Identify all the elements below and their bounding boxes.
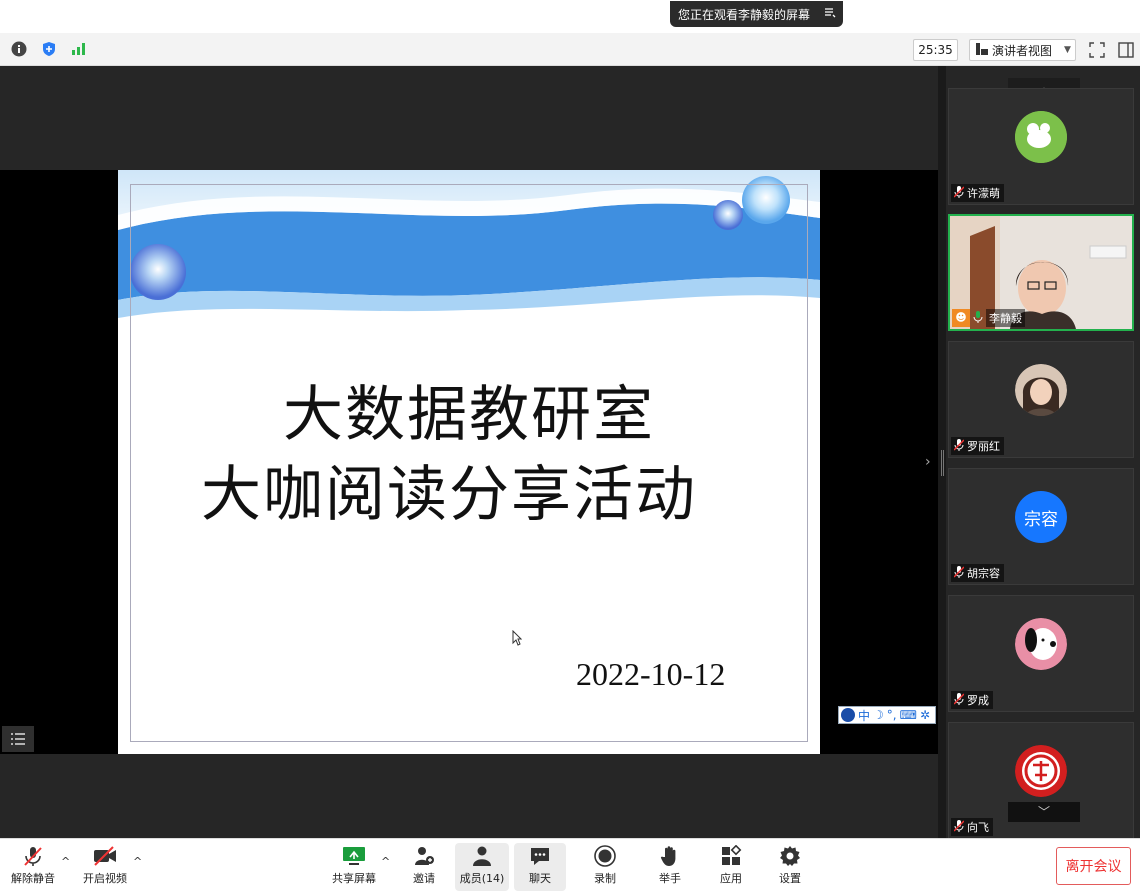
participant-name: 罗成 bbox=[967, 694, 989, 707]
participant-tile-active-speaker[interactable]: ☻ 李静毅 bbox=[948, 214, 1134, 331]
participant-tile[interactable]: 罗丽红 bbox=[948, 341, 1134, 458]
chevron-up-icon[interactable]: ^ bbox=[61, 855, 70, 868]
settings-label: 设置 bbox=[779, 872, 801, 885]
members-button[interactable]: 成员(14) bbox=[455, 843, 509, 891]
mic-muted-icon bbox=[953, 565, 965, 581]
participant-name: 罗丽红 bbox=[967, 440, 1000, 453]
chevron-right-icon[interactable]: › bbox=[925, 454, 931, 470]
participant-name-tag: 向飞 bbox=[951, 818, 993, 836]
moon-icon: ☽ bbox=[873, 708, 884, 722]
invite-button[interactable]: 邀请 bbox=[404, 843, 444, 891]
participant-name-tag: 罗成 bbox=[951, 691, 993, 709]
share-screen-label: 共享屏幕 bbox=[332, 872, 376, 885]
meeting-timer: 25:35 bbox=[913, 39, 958, 61]
add-user-icon bbox=[415, 847, 434, 865]
members-icon bbox=[473, 846, 491, 866]
gear-icon: ✲ bbox=[919, 708, 930, 722]
unmute-label: 解除静音 bbox=[11, 872, 55, 885]
unmute-button[interactable]: 解除静音 bbox=[8, 843, 58, 891]
participant-name-tag: 胡宗容 bbox=[951, 564, 1004, 582]
avatar bbox=[1015, 745, 1067, 797]
participant-tile[interactable]: 许濛萌 bbox=[948, 88, 1134, 205]
sidebar-toggle-icon[interactable] bbox=[1117, 41, 1135, 59]
meeting-toolbar: 解除静音 ^ 开启视频 ^ 共享屏幕 ^ 邀请 成员(14) 聊天 录制 举手 … bbox=[0, 838, 1140, 893]
chevron-up-icon[interactable]: ^ bbox=[381, 855, 390, 868]
invite-label: 邀请 bbox=[413, 872, 435, 885]
participant-name-tag: ☻ 李静毅 bbox=[952, 309, 1029, 327]
share-screen-button[interactable]: 共享屏幕 bbox=[330, 843, 378, 891]
mic-muted-icon bbox=[953, 819, 965, 835]
participant-name: 李静毅 bbox=[986, 309, 1025, 327]
ime-toolbar[interactable]: 中 ☽ °, ⌨ ✲ bbox=[838, 706, 936, 724]
chat-button[interactable]: 聊天 bbox=[514, 843, 566, 891]
participant-tile[interactable]: 宗容 胡宗容 bbox=[948, 468, 1134, 585]
members-label: 成员(14) bbox=[459, 872, 505, 885]
presentation-slide: 大数据教研室 大咖阅读分享活动 2022-10-12 bbox=[118, 170, 820, 754]
apps-button[interactable]: 应用 bbox=[711, 843, 751, 891]
participant-name: 向飞 bbox=[967, 821, 989, 834]
start-video-button[interactable]: 开启视频 bbox=[80, 843, 130, 891]
participant-gallery: ︿ 许濛萌 ☻ 李静毅 罗丽红 宗容 胡宗容 罗成 向飞 ﹀ bbox=[946, 66, 1140, 839]
avatar bbox=[1015, 618, 1067, 670]
chat-label: 聊天 bbox=[529, 872, 551, 885]
top-bar: 您正在观看李静毅的屏幕 bbox=[0, 0, 1140, 33]
splitter-grip[interactable] bbox=[941, 450, 944, 476]
list-icon[interactable] bbox=[2, 726, 34, 752]
chevron-down-icon[interactable]: ﹀ bbox=[1008, 802, 1080, 822]
mouse-cursor-icon bbox=[512, 629, 523, 650]
raise-hand-label: 举手 bbox=[659, 872, 681, 885]
mic-muted-icon bbox=[953, 185, 965, 201]
meeting-info-bar: 25:35 演讲者视图 ▼ bbox=[0, 33, 1140, 66]
settings-button[interactable]: 设置 bbox=[770, 843, 810, 891]
chat-icon bbox=[531, 848, 549, 865]
view-mode-select[interactable]: 演讲者视图 ▼ bbox=[969, 39, 1076, 61]
participant-name-tag: 罗丽红 bbox=[951, 437, 1004, 455]
slide-title-line2: 大咖阅读分享活动 bbox=[201, 460, 697, 530]
screen-share-indicator[interactable]: 您正在观看李静毅的屏幕 bbox=[670, 1, 843, 27]
mic-muted-icon bbox=[953, 692, 965, 708]
participant-tile[interactable]: 罗成 bbox=[948, 595, 1134, 712]
ime-lang-label: 中 bbox=[858, 708, 871, 723]
signal-icon[interactable] bbox=[70, 41, 86, 57]
mic-muted-icon bbox=[953, 438, 965, 454]
raise-hand-button[interactable]: 举手 bbox=[650, 843, 690, 891]
viewing-text: 您正在观看李静毅的屏幕 bbox=[678, 7, 811, 22]
slide-title-line1: 大数据教研室 bbox=[283, 380, 655, 450]
punctuation-icon: °, bbox=[886, 708, 897, 722]
avatar bbox=[1015, 111, 1067, 163]
speaker-view-icon bbox=[976, 42, 988, 58]
keyboard-icon: ⌨ bbox=[899, 708, 917, 722]
participant-name-tag: 许濛萌 bbox=[951, 184, 1004, 202]
video-off-icon bbox=[94, 846, 116, 866]
participant-name: 胡宗容 bbox=[967, 567, 1000, 580]
mic-active-icon bbox=[973, 310, 983, 326]
start-video-label: 开启视频 bbox=[83, 872, 127, 885]
gear-icon bbox=[780, 846, 800, 866]
view-mode-label: 演讲者视图 bbox=[992, 43, 1053, 58]
apps-label: 应用 bbox=[720, 872, 742, 885]
chevron-down-icon: ▼ bbox=[1064, 45, 1071, 55]
record-label: 录制 bbox=[594, 872, 616, 885]
info-icon[interactable] bbox=[11, 41, 27, 57]
chevron-up-icon[interactable]: ^ bbox=[133, 855, 142, 868]
leave-meeting-button[interactable]: 离开会议 bbox=[1056, 847, 1131, 885]
hand-icon bbox=[660, 846, 676, 866]
avatar: 宗容 bbox=[1015, 491, 1067, 543]
panel-splitter[interactable] bbox=[938, 66, 946, 838]
record-button[interactable]: 录制 bbox=[585, 843, 625, 891]
record-icon bbox=[594, 845, 616, 867]
shared-screen-stage: 大数据教研室 大咖阅读分享活动 2022-10-12 › bbox=[0, 66, 938, 838]
avatar bbox=[1015, 364, 1067, 416]
host-icon: ☻ bbox=[952, 309, 970, 327]
apps-icon bbox=[722, 845, 742, 865]
menu-icon[interactable] bbox=[824, 7, 836, 22]
participant-name: 许濛萌 bbox=[967, 187, 1000, 200]
fullscreen-icon[interactable] bbox=[1088, 41, 1106, 59]
mic-muted-icon bbox=[24, 847, 42, 866]
shield-icon[interactable] bbox=[41, 41, 57, 57]
share-screen-icon bbox=[343, 847, 365, 865]
slide-date: 2022-10-12 bbox=[576, 656, 726, 692]
ime-logo-icon bbox=[841, 708, 855, 722]
